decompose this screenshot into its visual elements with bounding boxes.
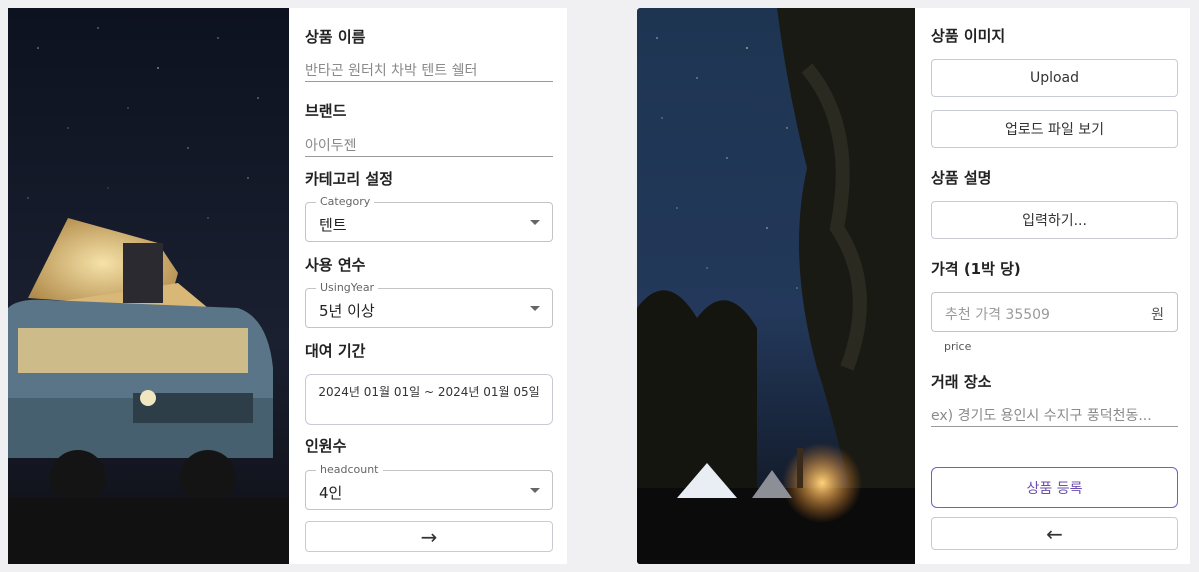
brand-label: 브랜드	[305, 102, 347, 120]
chevron-down-icon	[530, 488, 540, 493]
category-select[interactable]: Category 텐트	[305, 195, 553, 242]
price-helper-text: price	[944, 340, 972, 353]
chevron-down-icon	[530, 306, 540, 311]
product-name-input[interactable]: 반타곤 원터치 차박 텐트 쉘터	[305, 56, 553, 82]
description-label: 상품 설명	[931, 169, 992, 187]
using-year-legend: UsingYear	[316, 281, 379, 294]
headcount-value: 4인	[319, 484, 343, 502]
headcount-label: 인원수	[305, 437, 347, 455]
price-label: 가격 (1박 당)	[931, 260, 1021, 278]
campsite-night-photo	[637, 8, 915, 564]
headcount-select[interactable]: headcount 4인	[305, 463, 553, 510]
price-input[interactable]: 추천 가격 35509 원	[931, 292, 1178, 332]
location-label: 거래 장소	[931, 373, 992, 391]
form-column: 상품 이름 반타곤 원터치 차박 텐트 쉘터 브랜드 아이두젠 카테고리 설정 …	[305, 8, 553, 564]
headcount-legend: headcount	[316, 463, 383, 476]
next-button[interactable]: →	[305, 521, 553, 552]
category-value: 텐트	[319, 216, 347, 234]
price-placeholder: 추천 가격 35509	[945, 307, 1050, 323]
camper-van-photo	[8, 8, 289, 564]
arrow-left-icon: ←	[1046, 521, 1063, 546]
view-uploaded-files-button[interactable]: 업로드 파일 보기	[931, 110, 1178, 148]
description-input-button[interactable]: 입력하기...	[931, 201, 1178, 239]
brand-input[interactable]: 아이두젠	[305, 131, 553, 157]
product-form-step-2: 상품 이미지 Upload 업로드 파일 보기 상품 설명 입력하기... 가격…	[637, 8, 1190, 564]
using-year-select[interactable]: UsingYear 5년 이상	[305, 281, 553, 328]
rental-period-picker[interactable]: 2024년 01월 01일 ~ 2024년 01월 05일	[305, 374, 553, 425]
category-legend: Category	[316, 195, 375, 208]
chevron-down-icon	[530, 220, 540, 225]
upload-button[interactable]: Upload	[931, 59, 1178, 97]
rental-period-label: 대여 기간	[305, 342, 366, 360]
product-name-label: 상품 이름	[305, 28, 366, 46]
back-button[interactable]: ←	[931, 517, 1178, 550]
using-year-value: 5년 이상	[319, 302, 375, 320]
price-unit: 원	[1151, 307, 1164, 323]
product-form-step-1: 상품 이름 반타곤 원터치 차박 텐트 쉘터 브랜드 아이두젠 카테고리 설정 …	[8, 8, 567, 564]
location-input[interactable]: ex) 경기도 용인시 수지구 풍덕천동...	[931, 401, 1178, 427]
arrow-right-icon: →	[420, 524, 438, 549]
category-label: 카테고리 설정	[305, 170, 394, 188]
using-year-label: 사용 연수	[305, 256, 366, 274]
form-column: 상품 이미지 Upload 업로드 파일 보기 상품 설명 입력하기... 가격…	[931, 8, 1178, 564]
submit-product-button[interactable]: 상품 등록	[931, 467, 1178, 508]
product-image-label: 상품 이미지	[931, 27, 1006, 45]
